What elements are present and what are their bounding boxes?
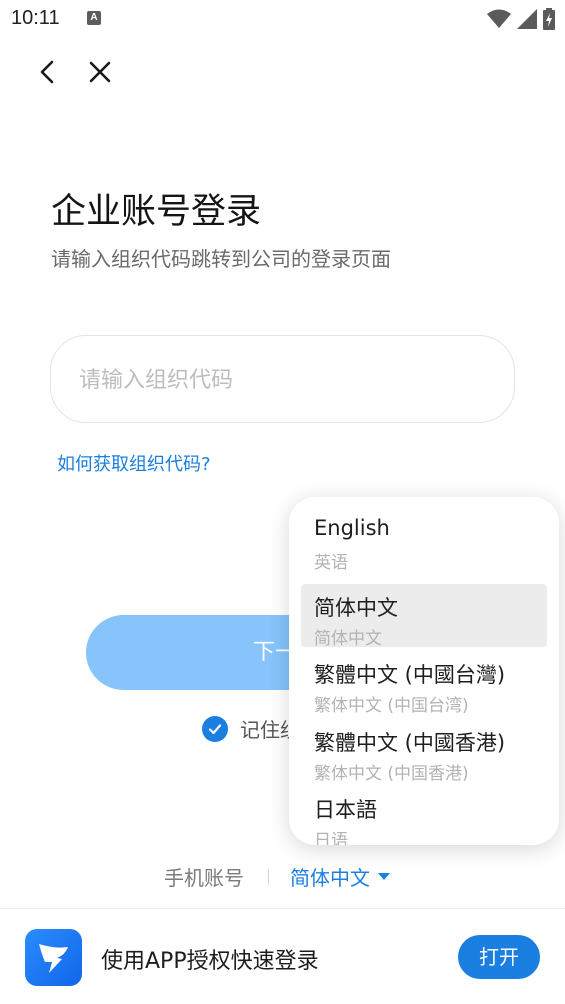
- caret-down-icon: [378, 873, 390, 880]
- page-title: 企业账号登录: [51, 192, 262, 232]
- open-app-button[interactable]: 打开: [458, 935, 540, 979]
- language-option-zh-tw[interactable]: 繁體中文 (中國台灣) 繁体中文 (中国台湾): [301, 651, 547, 716]
- language-native-name: 繁體中文 (中國香港): [314, 731, 506, 755]
- language-switch-label: 简体中文: [290, 866, 370, 890]
- app-promo-bar: 使用APP授权快速登录 打开: [0, 908, 565, 1004]
- language-local-name: 繁体中文 (中国台湾): [314, 696, 469, 716]
- status-time: 10:11: [11, 7, 60, 29]
- status-bar: 10:11 A: [0, 0, 565, 38]
- language-option-zh-hans[interactable]: 简体中文 简体中文: [301, 584, 547, 649]
- bottom-switch: 手机账号 简体中文: [0, 860, 565, 892]
- language-menu: English 英语 简体中文 简体中文 繁體中文 (中國台灣) 繁体中文 (中…: [289, 497, 559, 845]
- divider: [268, 869, 269, 885]
- language-option-zh-hk[interactable]: 繁體中文 (中國香港) 繁体中文 (中国香港): [301, 719, 547, 784]
- language-native-name: 简体中文: [314, 596, 398, 620]
- close-icon[interactable]: [86, 58, 114, 86]
- language-local-name: 繁体中文 (中国香港): [314, 764, 469, 784]
- checkbox-checked-icon[interactable]: [202, 715, 228, 742]
- wifi-icon: [487, 9, 511, 28]
- language-option-ja[interactable]: 日本語 日语: [301, 786, 547, 845]
- org-code-input[interactable]: [79, 358, 479, 402]
- app-promo-text: 使用APP授权快速登录: [101, 949, 319, 974]
- a-box-icon: A: [87, 11, 101, 25]
- chevron-left-icon[interactable]: [34, 58, 62, 86]
- dingtalk-logo-icon: [25, 929, 82, 986]
- language-native-name: 繁體中文 (中國台灣): [314, 663, 506, 687]
- org-code-field[interactable]: [50, 335, 515, 423]
- phone-login-link[interactable]: 手机账号: [164, 862, 244, 891]
- language-local-name: 简体中文: [314, 629, 382, 649]
- status-icons: [487, 8, 555, 30]
- signal-icon: [517, 9, 537, 29]
- language-switch[interactable]: 简体中文: [290, 862, 390, 891]
- language-local-name: 英语: [314, 553, 348, 573]
- language-local-name: 日语: [314, 831, 348, 845]
- page-subtitle: 请输入组织代码跳转到公司的登录页面: [51, 247, 391, 271]
- help-link[interactable]: 如何获取组织代码?: [57, 450, 211, 476]
- language-native-name: English: [314, 516, 390, 540]
- language-option-english[interactable]: English 英语: [301, 508, 547, 573]
- battery-charging-icon: [543, 8, 555, 30]
- language-native-name: 日本語: [314, 798, 377, 822]
